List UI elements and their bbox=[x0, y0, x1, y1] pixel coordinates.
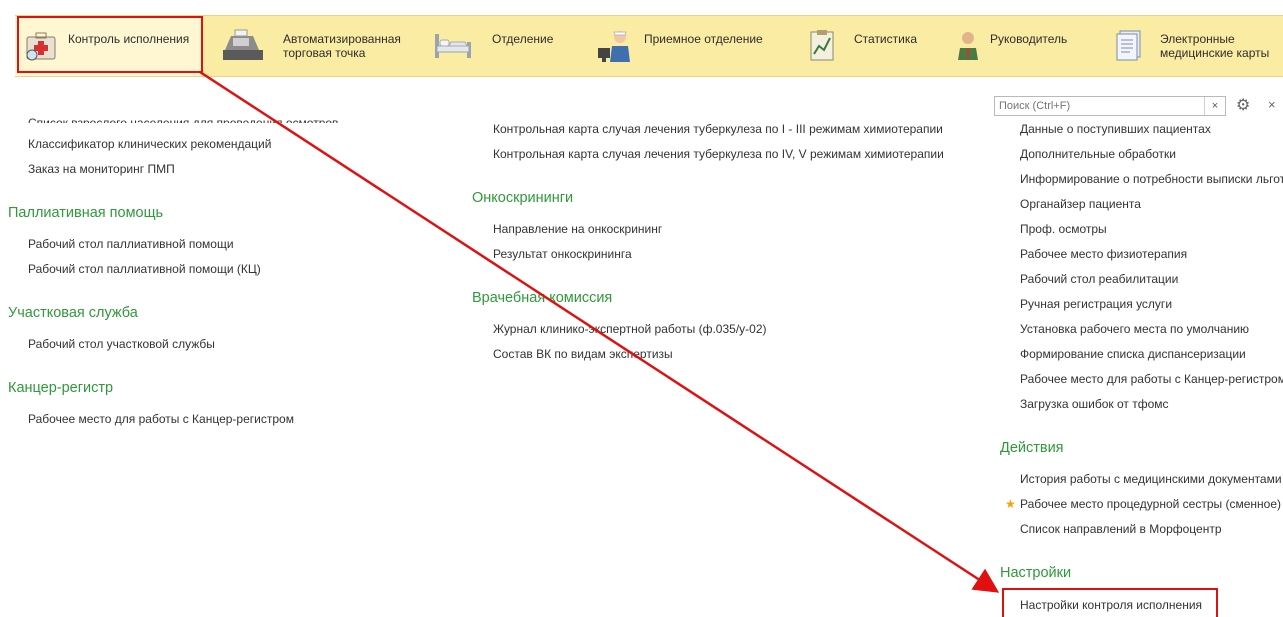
group-title-palliative: Паллиативная помощь bbox=[8, 205, 164, 221]
menu-item[interactable]: Журнал клинико-экспертной работы (ф.035/… bbox=[493, 322, 767, 336]
menu-item[interactable]: Контрольная карта случая лечения туберку… bbox=[493, 122, 943, 136]
menu-item-favorite[interactable]: Рабочее место процедурной сестры (сменно… bbox=[1020, 497, 1281, 511]
group-title-cancer-register: Канцер-регистр bbox=[8, 380, 114, 396]
cash-register-icon bbox=[221, 28, 265, 64]
group-title-actions: Действия bbox=[1000, 440, 1064, 456]
menu-item[interactable]: Направление на онкоскрининг bbox=[493, 222, 662, 236]
menu-item[interactable]: Ручная регистрация услуги bbox=[1020, 297, 1172, 311]
menu-item[interactable]: Результат онкоскрининга bbox=[493, 247, 632, 261]
menu-item[interactable]: Состав ВК по видам экспертизы bbox=[493, 347, 673, 361]
group-title-settings: Настройки bbox=[1000, 565, 1072, 581]
menu-item-cut[interactable]: Список взрослого населения для проведени… bbox=[28, 113, 338, 123]
section-trade-point[interactable]: Автоматизированная торговая точка bbox=[213, 16, 413, 76]
menu-item[interactable]: Установка рабочего места по умолчанию bbox=[1020, 322, 1249, 336]
section-statistics[interactable]: Статистика bbox=[800, 16, 940, 76]
section-label: Приемное отделение bbox=[644, 32, 763, 46]
section-label: Автоматизированная торговая точка bbox=[283, 32, 401, 60]
records-icon bbox=[1110, 28, 1146, 64]
menu-item[interactable]: Рабочий стол участковой службы bbox=[28, 337, 215, 351]
section-label: Отделение bbox=[492, 32, 554, 46]
group-title-oncoscreening: Онкоскрининги bbox=[472, 190, 574, 206]
menu-item[interactable]: Дополнительные обработки bbox=[1020, 147, 1176, 161]
menu-item[interactable]: Проф. осмотры bbox=[1020, 222, 1107, 236]
menu-item[interactable]: Рабочий стол паллиативной помощи bbox=[28, 237, 234, 251]
group-title-district: Участковая служба bbox=[8, 305, 138, 321]
clipboard-chart-icon bbox=[804, 28, 840, 64]
menu-item[interactable]: Заказ на мониторинг ПМП bbox=[28, 162, 175, 176]
menu-item[interactable]: Список направлений в Морфоцентр bbox=[1020, 522, 1222, 536]
menu-item[interactable]: Классификатор клинических рекомендаций bbox=[28, 137, 271, 151]
gear-icon[interactable]: ⚙ bbox=[1236, 97, 1250, 115]
section-department[interactable]: Отделение bbox=[425, 16, 575, 76]
highlight-active-section bbox=[17, 16, 203, 73]
menu-item[interactable]: Рабочее место для работы с Канцер-регист… bbox=[1020, 372, 1283, 386]
section-admission[interactable]: Приемное отделение bbox=[588, 16, 788, 76]
group-title-medical-commission: Врачебная комиссия bbox=[472, 290, 613, 306]
menu-item[interactable]: Органайзер пациента bbox=[1020, 197, 1141, 211]
nurse-icon bbox=[594, 28, 638, 64]
star-icon[interactable]: ★ bbox=[1005, 497, 1016, 511]
sections-panel: Контроль исполнения Автоматизированная т… bbox=[15, 15, 1283, 77]
search-clear-button[interactable]: × bbox=[1204, 97, 1225, 115]
section-label: Статистика bbox=[854, 32, 918, 46]
search-input[interactable] bbox=[995, 97, 1203, 115]
search-box: × bbox=[994, 96, 1226, 116]
menu-item[interactable]: Формирование списка диспансеризации bbox=[1020, 347, 1246, 361]
menu-item[interactable]: Рабочее место для работы с Канцер-регист… bbox=[28, 412, 294, 426]
manager-icon bbox=[950, 28, 986, 64]
section-emr[interactable]: Электронные медицинские карты bbox=[1108, 16, 1283, 76]
menu-item[interactable]: Загрузка ошибок от тфомс bbox=[1020, 397, 1169, 411]
hospital-bed-icon bbox=[431, 28, 475, 64]
menu-item[interactable]: Рабочее место физиотерапия bbox=[1020, 247, 1187, 261]
close-icon[interactable]: × bbox=[1268, 96, 1276, 114]
menu-item[interactable]: Рабочий стол реабилитации bbox=[1020, 272, 1178, 286]
section-label: Электронные медицинские карты bbox=[1160, 32, 1270, 60]
menu-item[interactable]: Информирование о потребности выписки льг… bbox=[1020, 172, 1283, 186]
highlight-settings-item bbox=[1002, 588, 1218, 617]
section-label: Руководитель bbox=[990, 32, 1068, 46]
menu-item[interactable]: Контрольная карта случая лечения туберку… bbox=[493, 147, 944, 161]
menu-item[interactable]: Данные о поступивших пациентах bbox=[1020, 122, 1211, 136]
menu-item[interactable]: История работы с медицинскими документам… bbox=[1020, 472, 1282, 486]
menu-item[interactable]: Рабочий стол паллиативной помощи (КЦ) bbox=[28, 262, 261, 276]
section-manager[interactable]: Руководитель bbox=[948, 16, 1098, 76]
